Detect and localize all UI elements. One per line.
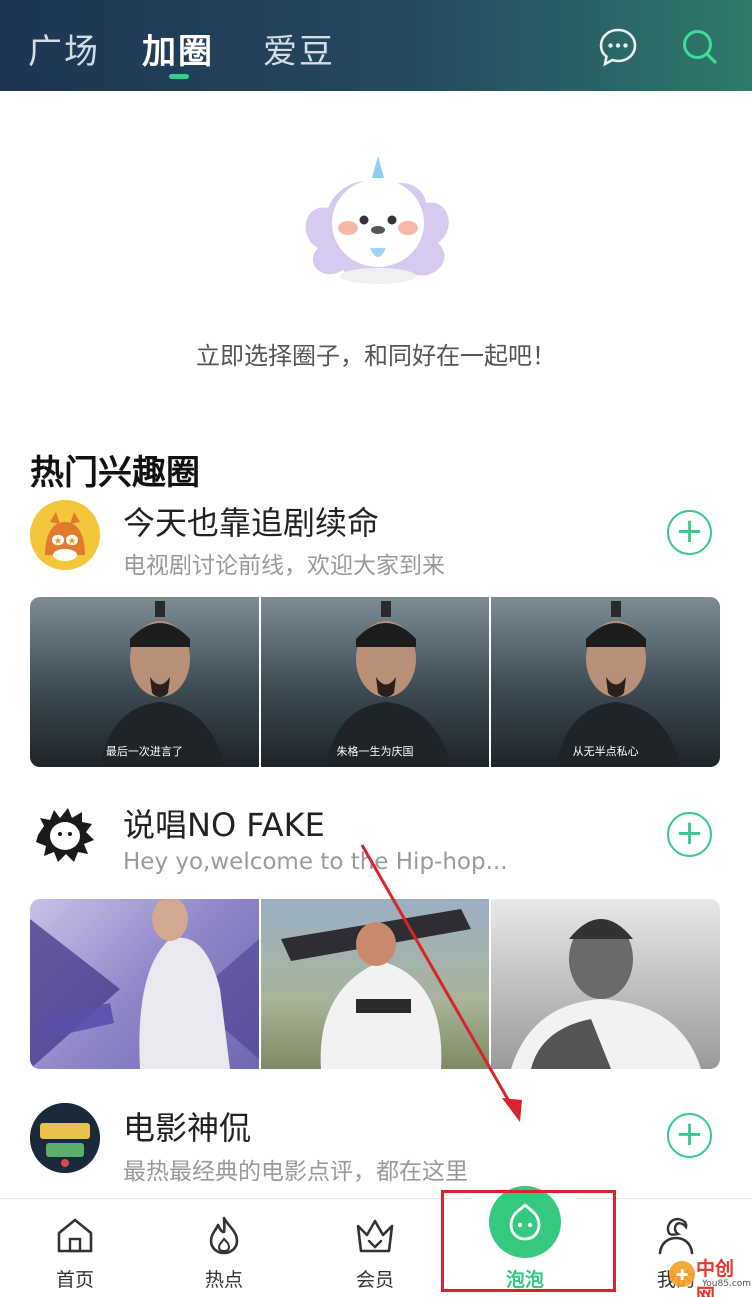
bottom-nav: 首页 热点 会员 泡泡 我的 (0, 1198, 752, 1297)
nav-home[interactable]: 首页 (15, 1199, 135, 1297)
nav-label: 首页 (55, 1269, 94, 1291)
profile-icon (658, 1217, 694, 1255)
watermark-text: 中创网 (696, 1258, 735, 1297)
annotation-arrow (360, 844, 522, 1122)
home-icon (57, 1218, 93, 1253)
nav-label: 热点 (204, 1269, 243, 1291)
nav-label: 会员 (355, 1269, 394, 1291)
flame-icon (209, 1216, 239, 1255)
watermark-subtext: You85.com (702, 1279, 752, 1289)
site-watermark: ✚ 中创网 You85.com (666, 1250, 752, 1297)
nav-vip[interactable]: 会员 (315, 1199, 435, 1297)
crown-icon (356, 1219, 394, 1253)
nav-hot[interactable]: 热点 (164, 1199, 284, 1297)
highlight-box (441, 1190, 616, 1292)
svg-text:✚: ✚ (676, 1266, 689, 1284)
